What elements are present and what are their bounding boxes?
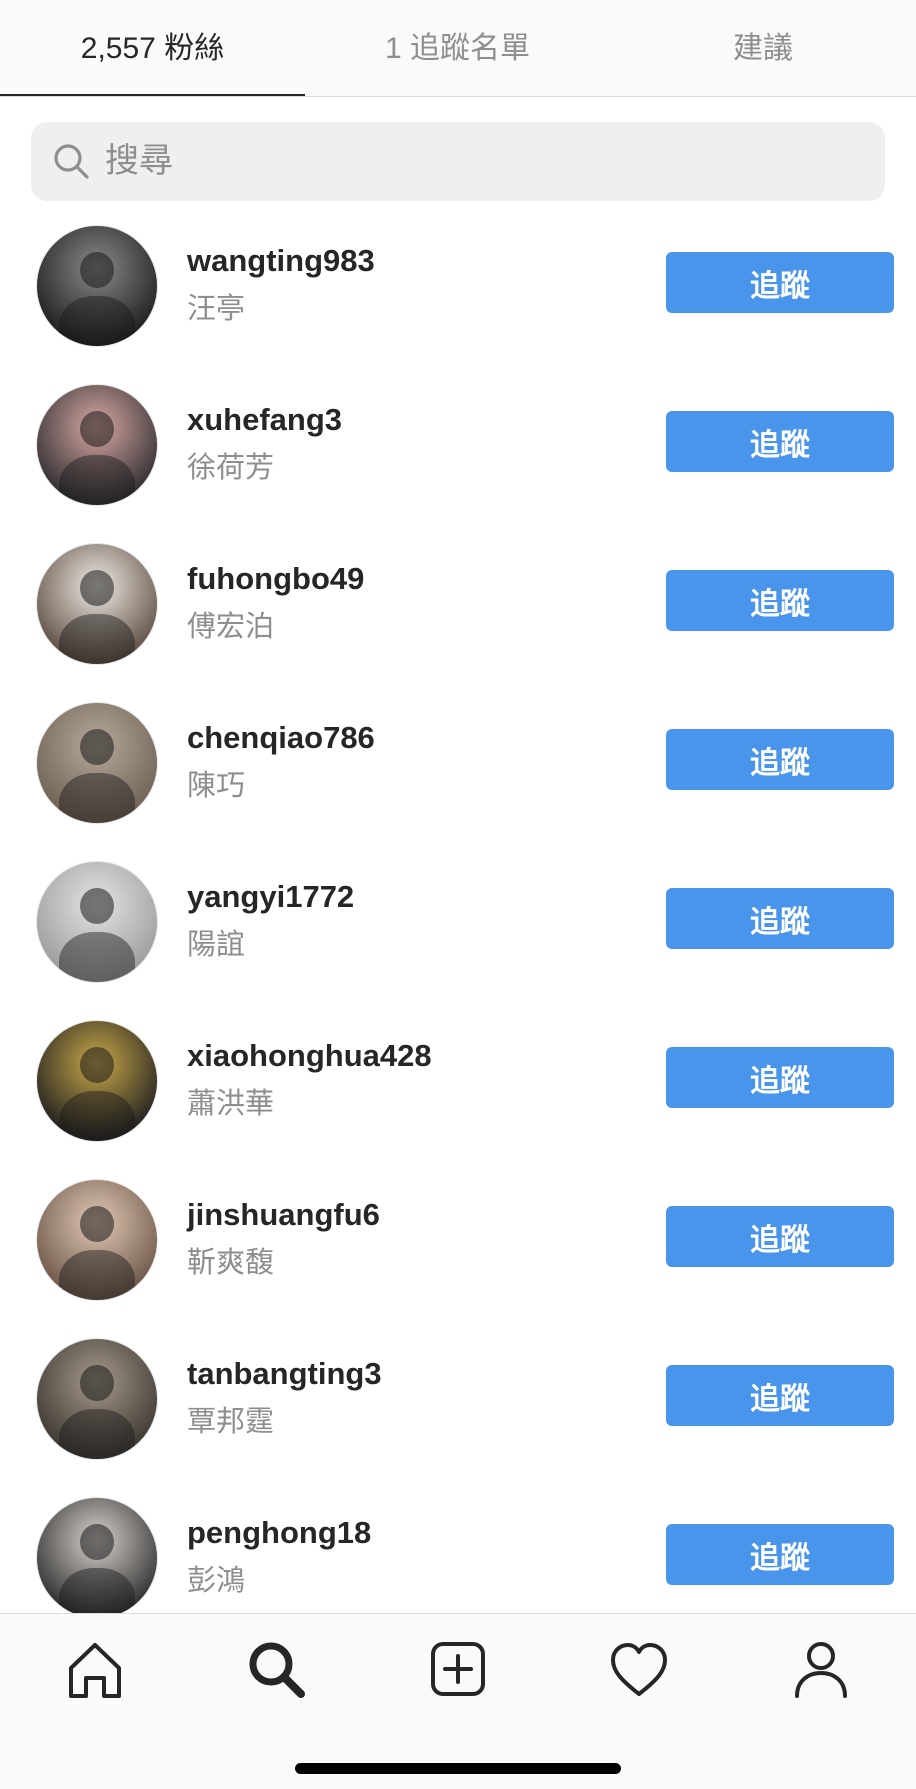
username[interactable]: xiaohonghua428 — [187, 1038, 432, 1074]
nav-activity[interactable] — [604, 1634, 674, 1704]
username[interactable]: tanbangting3 — [187, 1356, 382, 1392]
username[interactable]: wangting983 — [187, 243, 375, 279]
full-name: 彭鴻 — [187, 1565, 246, 1597]
full-name: 靳爽馥 — [187, 1247, 275, 1279]
avatar[interactable] — [36, 1020, 158, 1142]
profile-icon — [795, 1642, 847, 1698]
list-item: yangyi1772 陽誼 追蹤 — [0, 855, 916, 1014]
home-icon — [69, 1643, 121, 1698]
avatar[interactable] — [36, 861, 158, 983]
full-name: 覃邦霆 — [187, 1406, 275, 1438]
nav-add-post[interactable] — [423, 1634, 493, 1704]
heart-icon — [611, 1643, 667, 1696]
avatar[interactable] — [36, 1338, 158, 1460]
username[interactable]: fuhongbo49 — [187, 561, 364, 597]
full-name: 汪亭 — [187, 293, 246, 325]
full-name: 陽誼 — [187, 929, 246, 961]
avatar[interactable] — [36, 543, 158, 665]
list-item: xuhefang3 徐荷芳 追蹤 — [0, 378, 916, 537]
avatar[interactable] — [36, 1179, 158, 1301]
full-name: 傅宏泊 — [187, 611, 275, 643]
follow-button[interactable]: 追蹤 — [666, 252, 894, 313]
username[interactable]: yangyi1772 — [187, 879, 354, 915]
follow-button[interactable]: 追蹤 — [666, 888, 894, 949]
active-tab-indicator — [0, 94, 305, 96]
tab-suggestions[interactable]: 建議 — [610, 0, 916, 96]
full-name: 徐荷芳 — [187, 452, 275, 484]
tab-following[interactable]: 1 追蹤名單 — [305, 0, 610, 96]
list-item: fuhongbo49 傅宏泊 追蹤 — [0, 537, 916, 696]
username[interactable]: xuhefang3 — [187, 402, 342, 438]
nav-home[interactable] — [60, 1634, 130, 1704]
full-name: 陳巧 — [187, 770, 246, 802]
bottom-nav — [0, 1613, 916, 1789]
follow-button[interactable]: 追蹤 — [666, 1524, 894, 1585]
add-post-icon — [431, 1642, 485, 1696]
follow-button[interactable]: 追蹤 — [666, 570, 894, 631]
list-item: xiaohonghua428 蕭洪華 追蹤 — [0, 1014, 916, 1173]
list-item: chenqiao786 陳巧 追蹤 — [0, 696, 916, 855]
home-indicator — [295, 1763, 621, 1774]
avatar[interactable] — [36, 1497, 158, 1613]
follow-button[interactable]: 追蹤 — [666, 411, 894, 472]
tab-followers[interactable]: 2,557 粉絲 — [0, 0, 305, 96]
follow-button[interactable]: 追蹤 — [666, 1365, 894, 1426]
follow-button[interactable]: 追蹤 — [666, 1047, 894, 1108]
username[interactable]: chenqiao786 — [187, 720, 375, 756]
search-icon — [54, 144, 89, 179]
search-bar — [31, 122, 885, 201]
nav-search[interactable] — [241, 1634, 311, 1704]
follower-tabs: 2,557 粉絲 1 追蹤名單 建議 — [0, 0, 916, 97]
username[interactable]: penghong18 — [187, 1515, 371, 1551]
follow-button[interactable]: 追蹤 — [666, 729, 894, 790]
nav-profile[interactable] — [786, 1634, 856, 1704]
avatar[interactable] — [36, 702, 158, 824]
avatar[interactable] — [36, 384, 158, 506]
follower-list: wangting983 汪亭 追蹤 xuhefang3 徐荷芳 追蹤 fuhon… — [0, 219, 916, 1613]
list-item: wangting983 汪亭 追蹤 — [0, 219, 916, 378]
list-item: jinshuangfu6 靳爽馥 追蹤 — [0, 1173, 916, 1332]
follow-button[interactable]: 追蹤 — [666, 1206, 894, 1267]
avatar[interactable] — [36, 225, 158, 347]
list-item: penghong18 彭鴻 追蹤 — [0, 1491, 916, 1613]
search-input[interactable] — [105, 122, 865, 201]
list-item: tanbangting3 覃邦霆 追蹤 — [0, 1332, 916, 1491]
search-icon — [249, 1642, 305, 1698]
full-name: 蕭洪華 — [187, 1088, 275, 1120]
username[interactable]: jinshuangfu6 — [187, 1197, 380, 1233]
